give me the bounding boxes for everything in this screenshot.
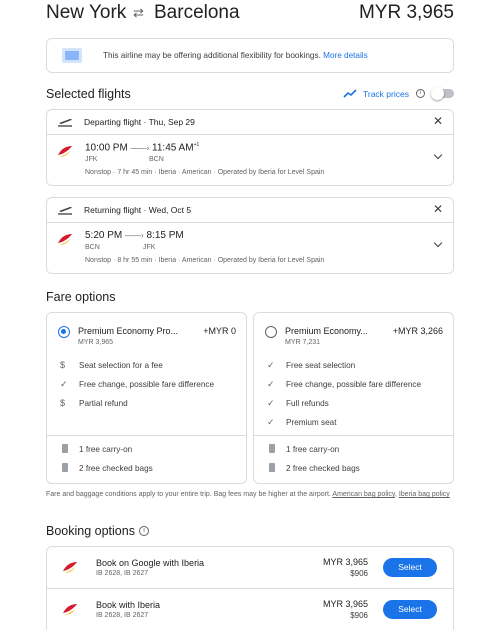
chevron-down-icon[interactable] bbox=[433, 150, 443, 160]
check-icon: ✓ bbox=[60, 379, 68, 389]
origin-city: New York bbox=[46, 2, 127, 23]
close-icon[interactable]: ✕ bbox=[433, 114, 443, 128]
destination-city: Barcelona bbox=[154, 2, 240, 23]
track-prices-label: Track prices bbox=[363, 89, 409, 99]
iberia-logo-icon bbox=[63, 604, 77, 615]
booking-price: MYR 3,965 bbox=[322, 557, 368, 567]
departing-flight-card: Departing flight · Thu, Sep 29 ✕ 10:00 P… bbox=[46, 109, 454, 186]
from-code: BCN bbox=[85, 244, 100, 251]
departing-details: Nonstop · 7 hr 45 min · Iberia · America… bbox=[85, 169, 325, 176]
dollar-icon: $ bbox=[60, 360, 66, 370]
fare-option-2[interactable]: Premium Economy... +MYR 3,266 MYR 7,231 … bbox=[253, 312, 454, 484]
dep-time: 10:00 PM bbox=[85, 142, 128, 154]
more-details-link[interactable]: More details bbox=[323, 51, 368, 60]
from-code: JFK bbox=[85, 156, 98, 163]
booking-option-1: Book on Google with Iberia IB 2628, IB 2… bbox=[47, 547, 453, 589]
iberia-logo-icon bbox=[58, 234, 72, 245]
selected-flights-heading: Selected flights bbox=[46, 87, 131, 101]
close-icon[interactable]: ✕ bbox=[433, 202, 443, 216]
booking-sub-price: $906 bbox=[350, 569, 368, 578]
check-icon: ✓ bbox=[267, 379, 275, 389]
dep-time: 5:20 PM bbox=[85, 230, 123, 241]
returning-label: Returning flight · Wed, Oct 5 bbox=[84, 205, 192, 215]
departing-label: Departing flight · Thu, Sep 29 bbox=[84, 117, 195, 127]
swap-icon[interactable]: ⇄ bbox=[133, 5, 144, 21]
booking-option-2: Book with Iberia IB 2628, IB 2627 MYR 3,… bbox=[47, 589, 453, 630]
fare-feature: ✓ Premium seat bbox=[267, 417, 337, 427]
booking-flights: IB 2628, IB 2627 bbox=[96, 570, 149, 577]
american-bag-policy-link[interactable]: American bag policy bbox=[332, 491, 395, 498]
fare-option-1[interactable]: Premium Economy Pro... +MYR 0 MYR 3,965 … bbox=[46, 312, 247, 484]
fare-name: Premium Economy... bbox=[285, 326, 368, 336]
returning-details: Nonstop · 8 hr 55 min · Iberia · America… bbox=[85, 257, 325, 264]
notice-text: This airline may be offering additional … bbox=[103, 51, 321, 60]
arr-time: 8:15 PM bbox=[146, 230, 184, 241]
checked-bag-icon bbox=[62, 463, 68, 472]
takeoff-icon bbox=[58, 206, 72, 215]
chevron-down-icon[interactable] bbox=[433, 238, 443, 248]
total-price: MYR 3,965 bbox=[358, 2, 454, 23]
returning-times: 5:20 PM ――› 8:15 PM bbox=[85, 230, 184, 241]
fare-total: MYR 7,231 bbox=[285, 339, 321, 346]
fare-options-heading: Fare options bbox=[46, 290, 116, 304]
returning-flight-card: Returning flight · Wed, Oct 5 ✕ 5:20 PM … bbox=[46, 197, 454, 274]
check-icon: ✓ bbox=[267, 360, 275, 370]
day-offset: +1 bbox=[193, 142, 200, 148]
fare-feature: ✓ Free seat selection bbox=[267, 360, 356, 370]
info-icon[interactable]: i bbox=[416, 89, 425, 98]
arr-time: 11:45 AM bbox=[152, 142, 194, 154]
fare-feature: ✓ Full refunds bbox=[267, 398, 329, 408]
fare-radio[interactable] bbox=[265, 326, 277, 338]
check-icon: ✓ bbox=[267, 417, 275, 427]
ticket-icon bbox=[62, 48, 82, 63]
flexibility-notice: This airline may be offering additional … bbox=[46, 38, 454, 73]
booking-options-heading: Booking options bbox=[46, 524, 135, 538]
check-icon: ✓ bbox=[267, 398, 275, 408]
carry-on-icon bbox=[269, 444, 275, 453]
fare-feature: ✓ Free change, possible fare difference bbox=[267, 379, 422, 389]
booking-provider: Book on Google with Iberia bbox=[96, 558, 205, 568]
iberia-logo-icon bbox=[58, 146, 72, 157]
fare-delta: +MYR 3,266 bbox=[392, 326, 443, 336]
fare-feature: $ Seat selection for a fee bbox=[60, 360, 163, 370]
iberia-logo-icon bbox=[63, 562, 77, 573]
fare-radio-selected[interactable] bbox=[58, 326, 70, 338]
info-icon[interactable]: i bbox=[139, 526, 149, 536]
to-code: BCN bbox=[149, 156, 164, 163]
carry-on-icon bbox=[62, 444, 68, 453]
trending-icon bbox=[343, 89, 357, 98]
bag-info: 1 free carry-on bbox=[286, 445, 340, 454]
track-toggle[interactable] bbox=[431, 87, 454, 100]
select-button[interactable]: Select bbox=[383, 558, 437, 577]
bag-info: 2 free checked bags bbox=[286, 464, 360, 473]
dollar-icon: $ bbox=[60, 398, 66, 408]
fare-disclaimer: Fare and baggage conditions apply to you… bbox=[46, 491, 450, 498]
fare-feature: $ Partial refund bbox=[60, 398, 128, 408]
iberia-bag-policy-link[interactable]: Iberia bag policy bbox=[399, 491, 450, 498]
track-prices[interactable]: Track prices i bbox=[343, 86, 457, 102]
fare-name: Premium Economy Pro... bbox=[78, 326, 179, 336]
booking-options-list: Book on Google with Iberia IB 2628, IB 2… bbox=[46, 546, 454, 630]
booking-price: MYR 3,965 bbox=[322, 599, 368, 609]
fare-delta: +MYR 0 bbox=[203, 326, 236, 336]
fare-feature: ✓ Free change, possible fare difference bbox=[60, 379, 215, 389]
booking-sub-price: $906 bbox=[350, 611, 368, 620]
checked-bag-icon bbox=[269, 463, 275, 472]
departing-times: 10:00 PM ――› 11:45 AM+1 bbox=[85, 142, 200, 154]
booking-flights: IB 2628, IB 2627 bbox=[96, 612, 149, 619]
takeoff-icon bbox=[58, 118, 72, 127]
select-button[interactable]: Select bbox=[383, 600, 437, 619]
to-code: JFK bbox=[143, 244, 156, 251]
bag-info: 1 free carry-on bbox=[79, 445, 133, 454]
bag-info: 2 free checked bags bbox=[79, 464, 153, 473]
fare-total: MYR 3,965 bbox=[78, 339, 114, 346]
booking-provider: Book with Iberia bbox=[96, 600, 161, 610]
